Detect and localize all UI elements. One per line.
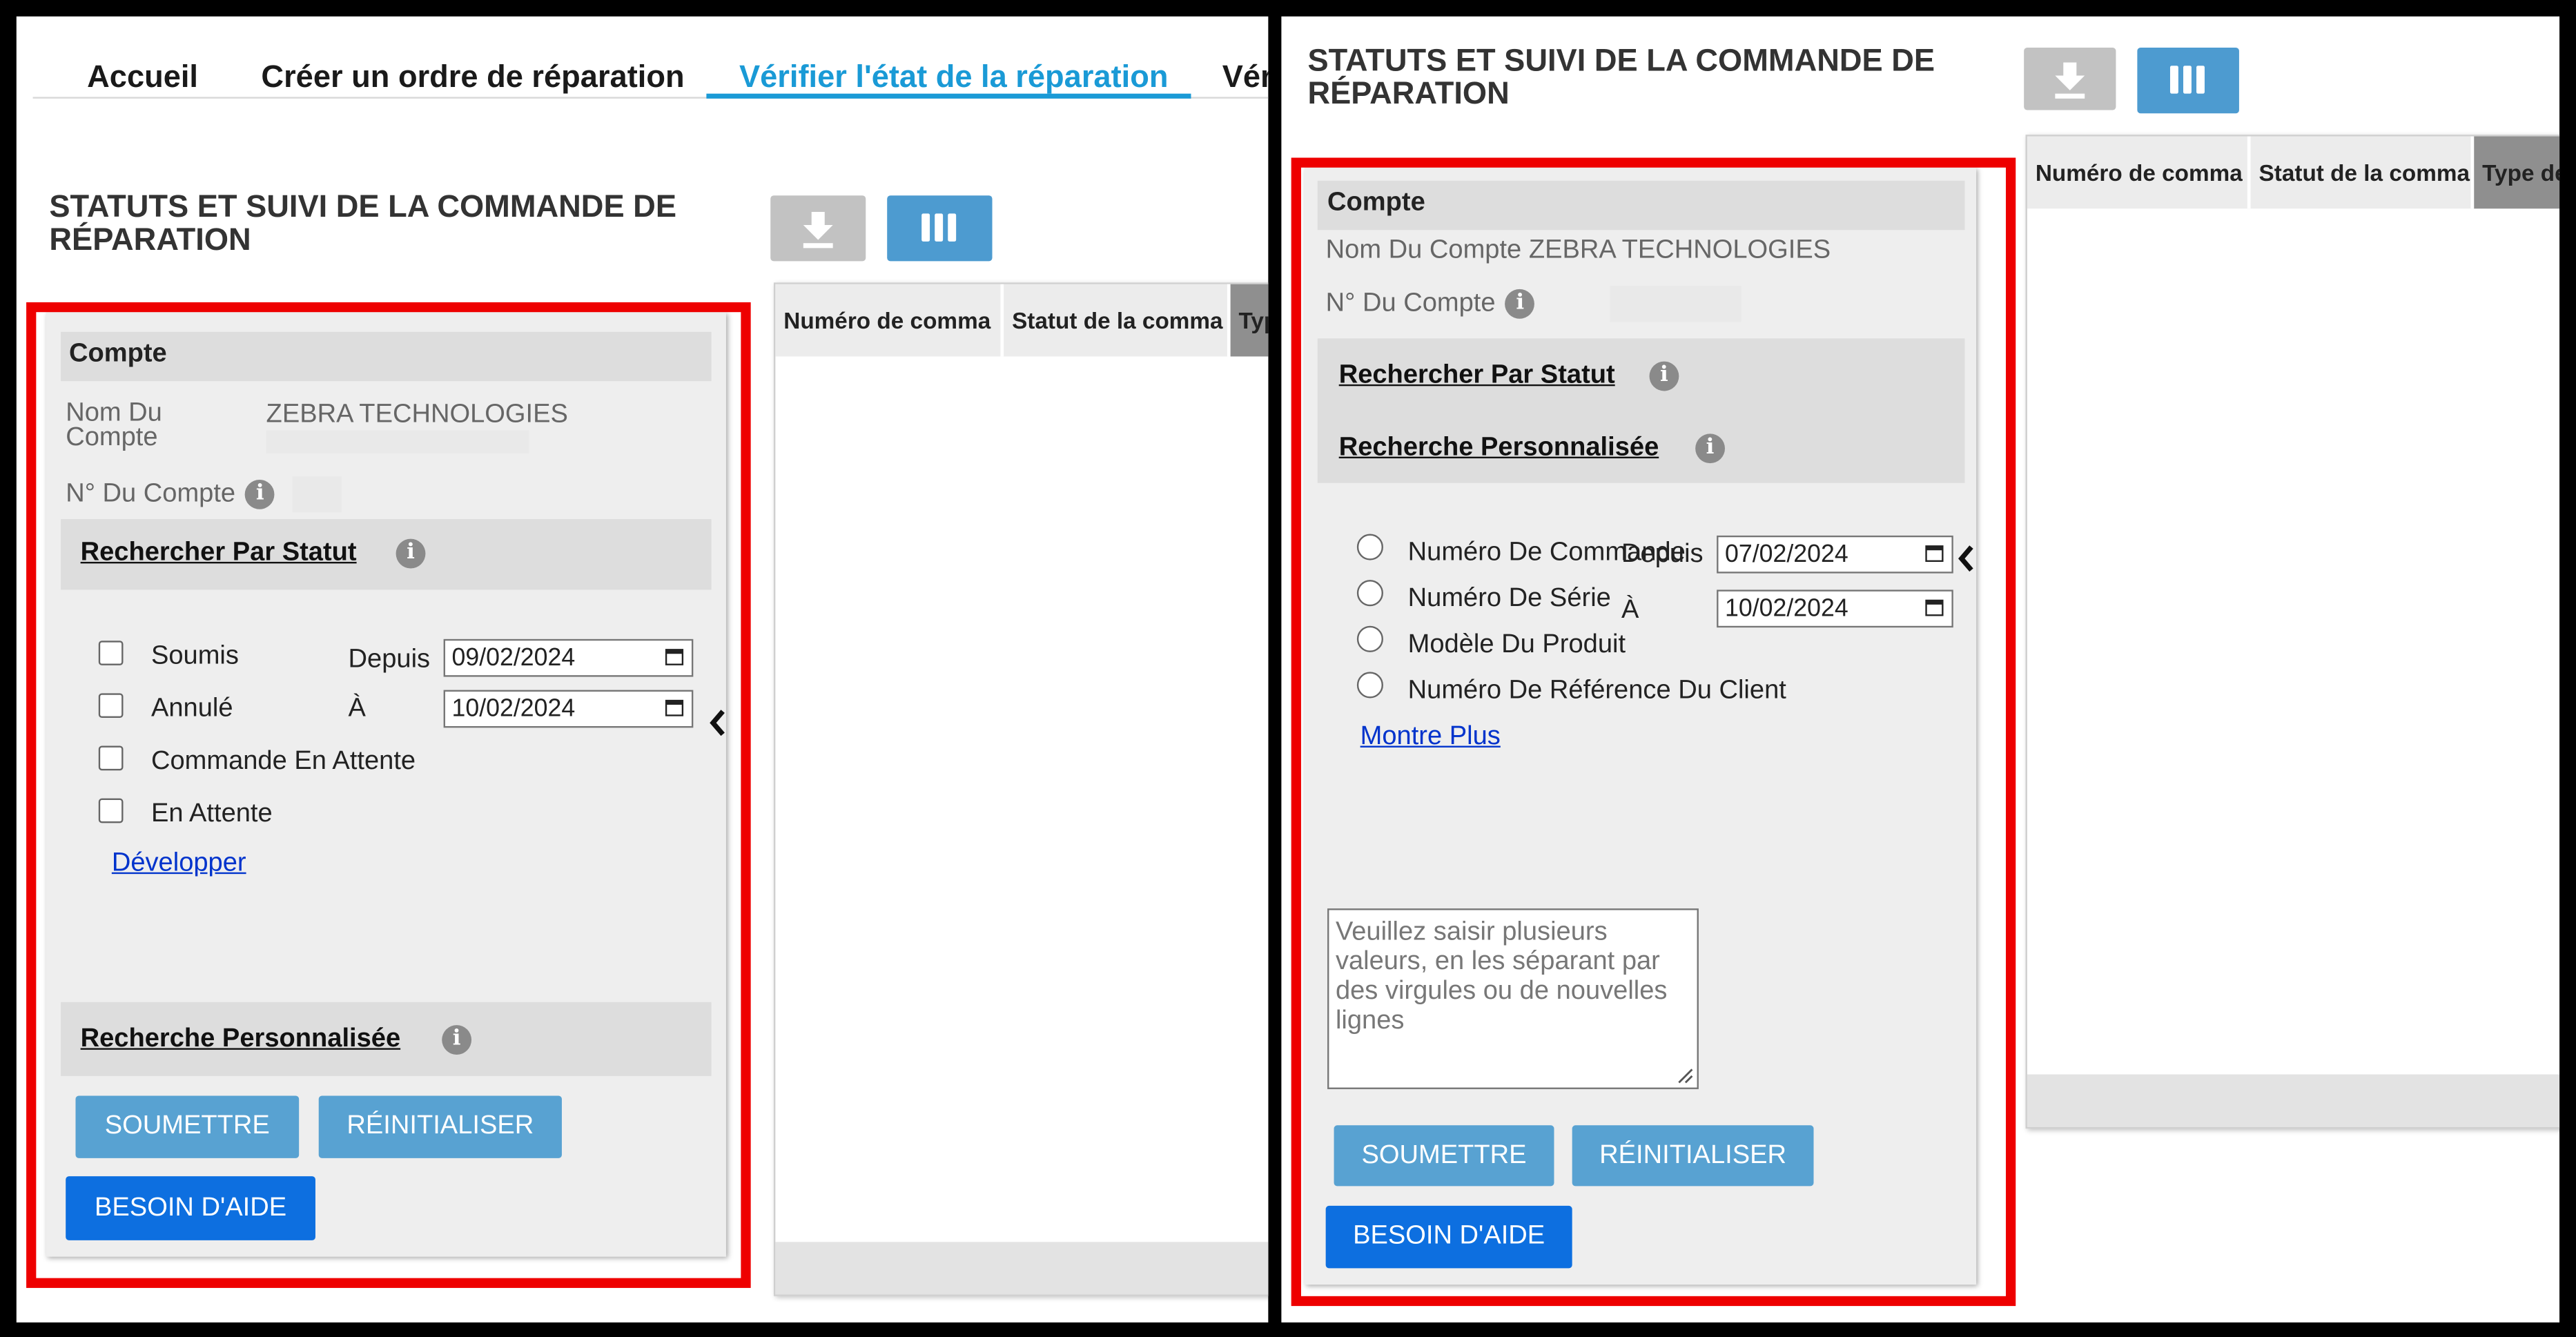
nav-tabs: Accueil Créer un ordre de réparation Vér… [17,17,1269,119]
tab-more[interactable]: Vér [1222,61,1269,97]
grid-header-order-status[interactable]: Statut de la comma [2250,136,2475,209]
tab-accueil[interactable]: Accueil [87,61,198,97]
grid-header-order-number[interactable]: Numéro de comma [775,284,1004,357]
screenshot-composite: Accueil Créer un ordre de réparation Vér… [0,0,2576,1337]
columns-icon [921,213,957,242]
page-title: STATUTS ET SUIVI DE LA COMMANDE DE RÉPAR… [1307,44,1935,112]
tab-check-repair-status[interactable]: Vérifier l'état de la réparation [739,61,1168,97]
grid-footer [2027,1074,2560,1127]
left-screenshot: Accueil Créer un ordre de réparation Vér… [16,16,1269,1323]
download-button[interactable] [2024,48,2116,110]
page-title: STATUTS ET SUIVI DE LA COMMANDE DE RÉPAR… [49,191,677,258]
grid-header-type[interactable]: Typ [1230,284,1269,357]
highlight-frame [1291,157,2016,1307]
results-grid: Numéro de comma Statut de la comma Typ [773,282,1269,1296]
columns-button[interactable] [2137,48,2239,114]
grid-footer [775,1242,1269,1295]
right-screenshot: STATUTS ET SUIVI DE LA COMMANDE DE RÉPAR… [1281,16,2560,1323]
grid-header-order-status[interactable]: Statut de la comma [1004,284,1231,357]
active-tab-indicator [706,93,1191,99]
grid-header-order-number[interactable]: Numéro de comma [2027,136,2251,209]
tab-create-repair[interactable]: Créer un ordre de réparation [261,61,684,97]
results-grid: Numéro de comma Statut de la comma Type … [2025,135,2560,1129]
columns-button[interactable] [887,195,993,262]
download-button[interactable] [770,195,866,262]
download-icon [2055,62,2085,99]
grid-header-type[interactable]: Type de [2474,136,2560,209]
download-icon [803,212,833,248]
columns-icon [2169,66,2205,94]
highlight-frame [26,302,751,1288]
